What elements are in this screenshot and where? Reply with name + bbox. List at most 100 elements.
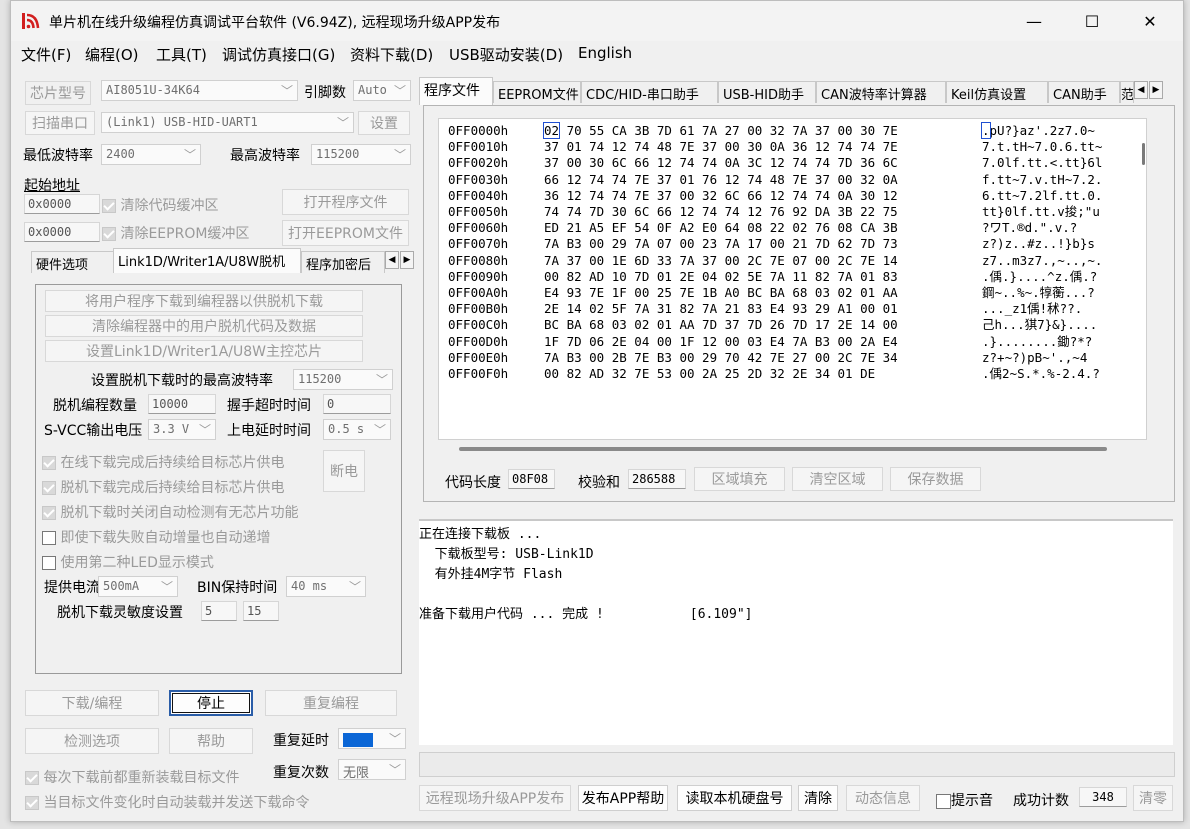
code-start-address-input[interactable]: 0x0000 xyxy=(24,194,100,214)
hex-ascii[interactable]: f.tt~7.v.tH~7.2. xyxy=(982,172,1102,187)
hex-bytes[interactable]: 7A B3 00 29 7A 07 00 23 7A 17 00 21 7D 6… xyxy=(544,236,982,252)
publish-app-button[interactable]: 远程现场升级APP发布 xyxy=(419,785,571,811)
read-disk-id-button[interactable]: 读取本机硬盘号 xyxy=(677,785,792,811)
tab-hardware-options[interactable]: 硬件选项 xyxy=(31,251,114,273)
tab-program-file[interactable]: 程序文件 xyxy=(419,77,493,105)
hex-ascii[interactable]: .pU?}az'.2z7.0~ xyxy=(981,122,1095,139)
stop-button[interactable]: 停止 xyxy=(169,690,253,716)
dynamic-info-button[interactable]: 动态信息 xyxy=(846,785,920,811)
clear-area-button[interactable]: 清空区域 xyxy=(792,467,883,491)
repeat-delay-select[interactable]: 1 秒 ﹀ xyxy=(338,728,406,749)
hex-bytes[interactable]: 02 70 55 CA 3B 7D 61 7A 27 00 32 7A 37 0… xyxy=(542,122,982,139)
port-select[interactable]: (Link1) USB-HID-UART1 ﹀ xyxy=(101,112,354,133)
hex-ascii[interactable]: 7.t.tH~7.0.6.tt~ xyxy=(982,139,1102,154)
beep-checkbox[interactable]: 提示音 xyxy=(936,790,993,810)
log-output[interactable]: 正在连接下载板 ... 下载板型号: USB-Link1D 有外挂4M字节 Fl… xyxy=(419,519,1173,745)
set-master-chip-button[interactable]: 设置Link1D/Writer1A/U8W主控芯片 xyxy=(45,340,363,362)
pins-select[interactable]: Auto ﹀ xyxy=(353,80,411,101)
hex-ascii[interactable]: 7.0lf.tt.<.tt}6l xyxy=(982,155,1102,170)
hex-ascii[interactable]: z?+~?)pB~'.,~4 xyxy=(982,350,1087,365)
online-power-checkbox[interactable]: 在线下载完成后持续给目标芯片供电 xyxy=(42,452,284,472)
hex-ascii[interactable]: ..._z1偊!秫??. xyxy=(982,301,1082,316)
hex-bytes[interactable]: 74 74 7D 30 6C 66 12 74 74 12 76 92 DA 3… xyxy=(544,204,982,220)
clear-log-button[interactable]: 清除 xyxy=(798,785,838,811)
tab-scroll-left-icon[interactable]: ◀ xyxy=(385,251,399,269)
menu-program[interactable]: 编程(O) xyxy=(85,44,139,65)
hex-ascii[interactable]: 鋼~..%~.犉蘅...? xyxy=(982,285,1095,300)
sensitivity-input-1[interactable]: 5 xyxy=(201,601,237,621)
hex-ascii[interactable]: .偊.}....^z.偊.? xyxy=(982,269,1097,284)
eeprom-start-address-input[interactable]: 0x0000 xyxy=(24,222,100,242)
hex-bytes[interactable]: 7A 37 00 1E 6D 33 7A 37 00 2C 7E 07 00 2… xyxy=(544,253,982,269)
hex-ascii[interactable]: 6.tt~7.2lf.tt.0. xyxy=(982,188,1102,203)
open-program-file-button[interactable]: 打开程序文件 xyxy=(282,189,409,215)
repeat-count-select[interactable]: 无限 ﹀ xyxy=(338,759,406,780)
hex-ascii[interactable]: z?)z..#z..!}b}s xyxy=(982,236,1095,251)
menu-english[interactable]: English xyxy=(578,44,632,62)
hex-bytes[interactable]: E4 93 7E 1F 00 25 7E 1B A0 BC BA 68 03 0… xyxy=(544,285,982,301)
tab-scroll-right-icon[interactable]: ▶ xyxy=(1149,81,1163,99)
tab-scroll-right-icon[interactable]: ▶ xyxy=(400,251,414,269)
hex-bytes[interactable]: 66 12 74 74 7E 37 01 76 12 74 48 7E 37 0… xyxy=(544,172,982,188)
hex-vertical-scrollbar[interactable] xyxy=(1142,143,1145,165)
hex-bytes[interactable]: 37 01 74 12 74 48 7E 37 00 30 0A 36 12 7… xyxy=(544,139,982,155)
max-baud-select[interactable]: 115200 ﹀ xyxy=(311,144,411,165)
hex-bytes[interactable]: BC BA 68 03 02 01 AA 7D 37 7D 26 7D 17 2… xyxy=(544,317,982,333)
hex-bytes[interactable]: ED 21 A5 EF 54 0F A2 E0 64 08 22 02 76 0… xyxy=(544,220,982,236)
hex-bytes[interactable]: 37 00 30 6C 66 12 74 74 0A 3C 12 74 74 7… xyxy=(544,155,982,171)
min-baud-select[interactable]: 2400 ﹀ xyxy=(101,144,201,165)
disable-chip-detect-checkbox[interactable]: 脱机下载时关闭自动检测有无芯片功能 xyxy=(42,502,298,522)
chip-type-select[interactable]: AI8051U-34K64 ﹀ xyxy=(101,80,298,101)
led-mode-checkbox[interactable]: 使用第二种LED显示模式 xyxy=(42,552,214,572)
tab-usb-hid[interactable]: USB-HID助手 xyxy=(718,81,816,103)
maximize-button[interactable]: ☐ xyxy=(1069,1,1115,41)
hex-view[interactable]: 0FF0000h 02 70 55 CA 3B 7D 61 7A 27 00 32… xyxy=(438,118,1147,451)
tab-offline[interactable]: Link1D/Writer1A/U8W脱机 xyxy=(113,248,301,273)
power-on-delay-select[interactable]: 0.5 s ﹀ xyxy=(323,419,391,440)
svcc-voltage-select[interactable]: 3.3 V ﹀ xyxy=(148,419,216,440)
offline-count-input[interactable]: 10000 xyxy=(148,394,216,414)
tab-encryption[interactable]: 程序加密后 xyxy=(301,251,385,273)
tab-can-baud-calc[interactable]: CAN波特率计算器 xyxy=(816,81,946,103)
close-button[interactable]: ✕ xyxy=(1127,1,1173,41)
menu-debug-interface[interactable]: 调试仿真接口(G) xyxy=(222,44,335,65)
clear-code-buffer-checkbox[interactable]: 清除代码缓冲区 xyxy=(102,195,218,215)
menu-downloads[interactable]: 资料下载(D) xyxy=(350,44,433,65)
offline-power-checkbox[interactable]: 脱机下载完成后持续给目标芯片供电 xyxy=(42,477,284,497)
hex-bytes[interactable]: 00 82 AD 10 7D 01 2E 04 02 5E 7A 11 82 7… xyxy=(544,269,982,285)
auto-increment-checkbox[interactable]: 即使下载失败自动增量也自动递增 xyxy=(42,527,270,547)
offline-max-baud-select[interactable]: 115200 ﹀ xyxy=(293,369,393,390)
tab-cdc-hid-serial[interactable]: CDC/HID-串口助手 xyxy=(581,81,718,103)
hex-horizontal-scrollbar[interactable] xyxy=(459,447,1107,451)
menu-tools[interactable]: 工具(T) xyxy=(156,44,207,65)
tab-more[interactable]: 范 xyxy=(1120,81,1134,103)
menu-file[interactable]: 文件(F) xyxy=(21,44,71,65)
hex-ascii[interactable]: z7..m3z7.,~..,~. xyxy=(982,253,1102,268)
hex-bytes[interactable]: 1F 7D 06 2E 04 00 1F 12 00 03 E4 7A B3 0… xyxy=(544,334,982,350)
hex-bytes[interactable]: 2E 14 02 5F 7A 31 82 7A 21 83 E4 93 29 A… xyxy=(544,301,982,317)
settings-button[interactable]: 设置 xyxy=(358,111,410,135)
fill-area-button[interactable]: 区域填充 xyxy=(694,467,785,491)
hex-ascii[interactable]: ?ワT.®d.".v.? xyxy=(982,220,1077,235)
menu-usb-driver[interactable]: USB驱动安装(D) xyxy=(449,44,563,65)
power-off-button[interactable]: 断电 xyxy=(323,450,365,492)
detect-options-button[interactable]: 检测选项 xyxy=(25,728,159,754)
save-data-button[interactable]: 保存数据 xyxy=(890,467,981,491)
minimize-button[interactable]: — xyxy=(1011,1,1057,41)
hex-ascii[interactable]: .偊2~S.*.%-2.4.? xyxy=(982,366,1100,381)
tab-scroll-left-icon[interactable]: ◀ xyxy=(1134,81,1148,99)
download-program-button[interactable]: 下载/编程 xyxy=(25,690,159,716)
sensitivity-input-2[interactable]: 15 xyxy=(243,601,279,621)
hex-bytes[interactable]: 00 82 AD 32 7E 53 00 2A 25 2D 32 2E 34 0… xyxy=(544,366,982,382)
reprogram-button[interactable]: 重复编程 xyxy=(265,690,397,716)
scan-port-button[interactable]: 扫描串口 xyxy=(25,111,95,135)
supply-current-select[interactable]: 500mA ﹀ xyxy=(98,576,178,597)
tab-can-helper[interactable]: CAN助手 xyxy=(1048,81,1120,103)
hex-ascii[interactable]: .}........鋤?*? xyxy=(982,334,1092,349)
help-button[interactable]: 帮助 xyxy=(169,728,253,754)
download-to-programmer-button[interactable]: 将用户程序下载到编程器以供脱机下载 xyxy=(45,290,363,312)
tab-keil-debug[interactable]: Keil仿真设置 xyxy=(946,81,1048,103)
hex-ascii[interactable]: 己h...猉7}&}.... xyxy=(982,317,1097,332)
auto-load-send-checkbox[interactable]: 当目标文件变化时自动装载并发送下载命令 xyxy=(25,792,309,812)
clear-eeprom-buffer-checkbox[interactable]: 清除EEPROM缓冲区 xyxy=(102,223,249,243)
